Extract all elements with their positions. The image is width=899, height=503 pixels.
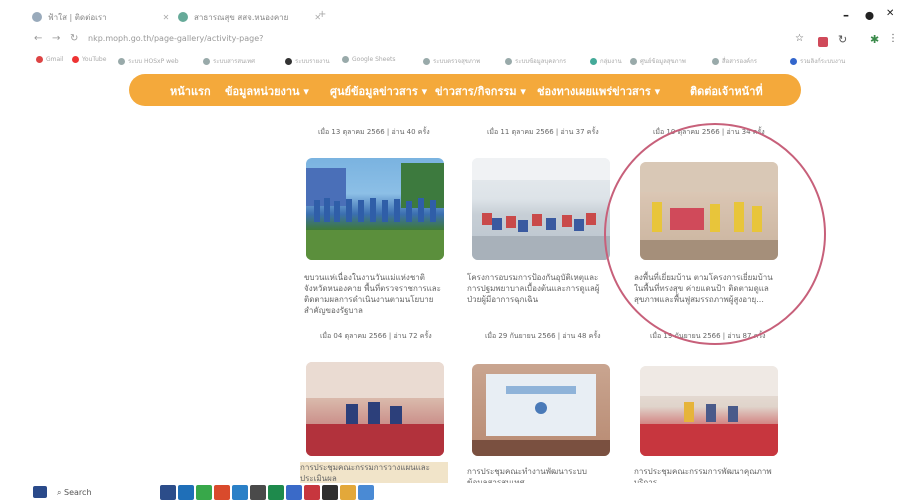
post-thumbnail[interactable]: [306, 362, 444, 456]
bookmark-item[interactable]: รวมลิงก์ระบบงาน: [790, 56, 845, 66]
globe-icon: [203, 57, 210, 65]
youtube-icon: [72, 56, 79, 63]
globe-icon: [285, 57, 292, 65]
post-title[interactable]: โครงการอบรมการป้องกันอุบัติเหตุและการปฐม…: [467, 272, 607, 305]
nav-about[interactable]: ข้อมูลหน่วยงาน ▾: [225, 82, 309, 100]
bookmark-item[interactable]: ระบบรายงาน: [285, 56, 330, 66]
nav-news-activities[interactable]: ข่าวสาร/กิจกรรม ▾: [435, 82, 526, 100]
bookmark-item[interactable]: ระบบข้อมูลบุคลากร: [505, 56, 566, 66]
globe-icon: [342, 56, 349, 63]
meeting-photo-image: [640, 366, 778, 456]
tab-favicon-icon: [178, 12, 188, 22]
tab-label: ฟ้าใส | ติดต่อเรา: [48, 12, 107, 22]
bookmark-item[interactable]: ระบบ HOSxP web: [118, 56, 179, 66]
browser-tab-active[interactable]: สาธารณสุข สสจ.หนองคาย ✕: [178, 8, 321, 26]
folder-icon: [590, 57, 597, 65]
os-taskbar: [0, 483, 899, 503]
bookmark-item[interactable]: ระบบตรวจสุขภาพ: [423, 56, 480, 66]
meeting-photo-image: [306, 362, 444, 456]
bookmark-item[interactable]: YouTube: [72, 56, 106, 63]
post-thumbnail[interactable]: [472, 364, 610, 456]
bookmark-item[interactable]: Google Sheets: [342, 56, 396, 63]
app-icon[interactable]: [358, 485, 374, 500]
app-icon[interactable]: [250, 485, 266, 500]
nav-home[interactable]: หน้าแรก: [170, 82, 211, 100]
gmail-icon: [36, 56, 43, 63]
post-thumbnail[interactable]: [640, 366, 778, 456]
globe-icon: [630, 57, 637, 65]
post-title[interactable]: การประชุมคณะกรรมการวางแผนและประเมินผล: [300, 462, 448, 484]
new-tab-button[interactable]: +: [318, 9, 326, 20]
post-title[interactable]: ขบวนแห่เนื่องในงานวันแม่แห่งชาติจังหวัดห…: [304, 272, 444, 316]
post-meta: เมื่อ 11 ตุลาคม 2566 | อ่าน 37 ครั้ง: [487, 128, 599, 136]
presentation-photo-image: [472, 374, 610, 456]
taskbar-apps: [160, 485, 374, 500]
bookmark-item[interactable]: ระบบสารสนเทศ: [203, 56, 255, 66]
highlight-circle: [604, 123, 826, 345]
close-tab-icon[interactable]: ✕: [163, 13, 170, 22]
app-icon[interactable]: [322, 485, 338, 500]
tab-favicon-icon: [32, 12, 42, 22]
maximize-button[interactable]: ⬤: [865, 11, 874, 20]
nav-publish-channels[interactable]: ช่องทางเผยแพร่ข่าวสาร ▾: [537, 82, 660, 100]
post-thumbnail[interactable]: [306, 158, 444, 260]
bookmark-item[interactable]: Gmail: [36, 56, 64, 63]
app-icon[interactable]: [178, 485, 194, 500]
post-meta: เมื่อ 29 กันยายน 2566 | อ่าน 48 ครั้ง: [485, 332, 601, 340]
browser-tab[interactable]: ฟ้าใส | ติดต่อเรา ✕: [32, 8, 169, 26]
post-meta: เมื่อ 04 ตุลาคม 2566 | อ่าน 72 ครั้ง: [320, 332, 432, 340]
search-icon: ⌕: [57, 488, 65, 497]
nav-info-center[interactable]: ศูนย์ข้อมูลข่าวสาร ▾: [330, 82, 427, 100]
tab-label: สาธารณสุข สสจ.หนองคาย: [194, 12, 289, 22]
seminar-photo-image: [472, 158, 610, 260]
app-icon[interactable]: [268, 485, 284, 500]
start-menu-icon[interactable]: [33, 486, 47, 498]
taskbar-search[interactable]: ⌕ Search: [57, 488, 92, 498]
app-icon[interactable]: [160, 485, 176, 500]
globe-icon: [712, 57, 719, 65]
forward-arrow-icon[interactable]: →: [52, 33, 60, 44]
minimize-button[interactable]: –: [843, 8, 849, 22]
bookmark-item[interactable]: สื่อสารองค์กร: [712, 56, 757, 66]
app-icon[interactable]: [214, 485, 230, 500]
globe-icon: [505, 57, 512, 65]
app-icon[interactable]: [340, 485, 356, 500]
bookmark-star-icon[interactable]: ☆: [795, 33, 804, 44]
post-thumbnail[interactable]: [472, 158, 610, 260]
menu-dots-icon[interactable]: ⋮: [888, 33, 898, 44]
close-window-button[interactable]: ✕: [886, 8, 894, 19]
back-arrow-icon[interactable]: ←: [34, 33, 42, 44]
nav-contact[interactable]: ติดต่อเจ้าหน้าที่: [690, 82, 763, 100]
extension-puzzle-icon[interactable]: ✱: [870, 33, 879, 46]
post-meta: เมื่อ 13 ตุลาคม 2566 | อ่าน 40 ครั้ง: [318, 128, 430, 136]
url-field[interactable]: nkp.moph.go.th/page-gallery/activity-pag…: [88, 34, 263, 43]
globe-icon: [423, 57, 430, 65]
sync-icon[interactable]: ↻: [838, 33, 847, 46]
app-icon[interactable]: [304, 485, 320, 500]
extension-icon[interactable]: [818, 37, 828, 47]
app-icon[interactable]: [232, 485, 248, 500]
group-photo-image: [306, 163, 444, 260]
reload-icon[interactable]: ↻: [70, 33, 78, 44]
bookmark-item[interactable]: กลุ่มงาน: [590, 56, 622, 66]
globe-icon: [118, 57, 125, 65]
app-icon[interactable]: [196, 485, 212, 500]
bookmark-item[interactable]: ศูนย์ข้อมูลสุขภาพ: [630, 56, 686, 66]
app-icon[interactable]: [286, 485, 302, 500]
globe-icon: [790, 57, 797, 65]
